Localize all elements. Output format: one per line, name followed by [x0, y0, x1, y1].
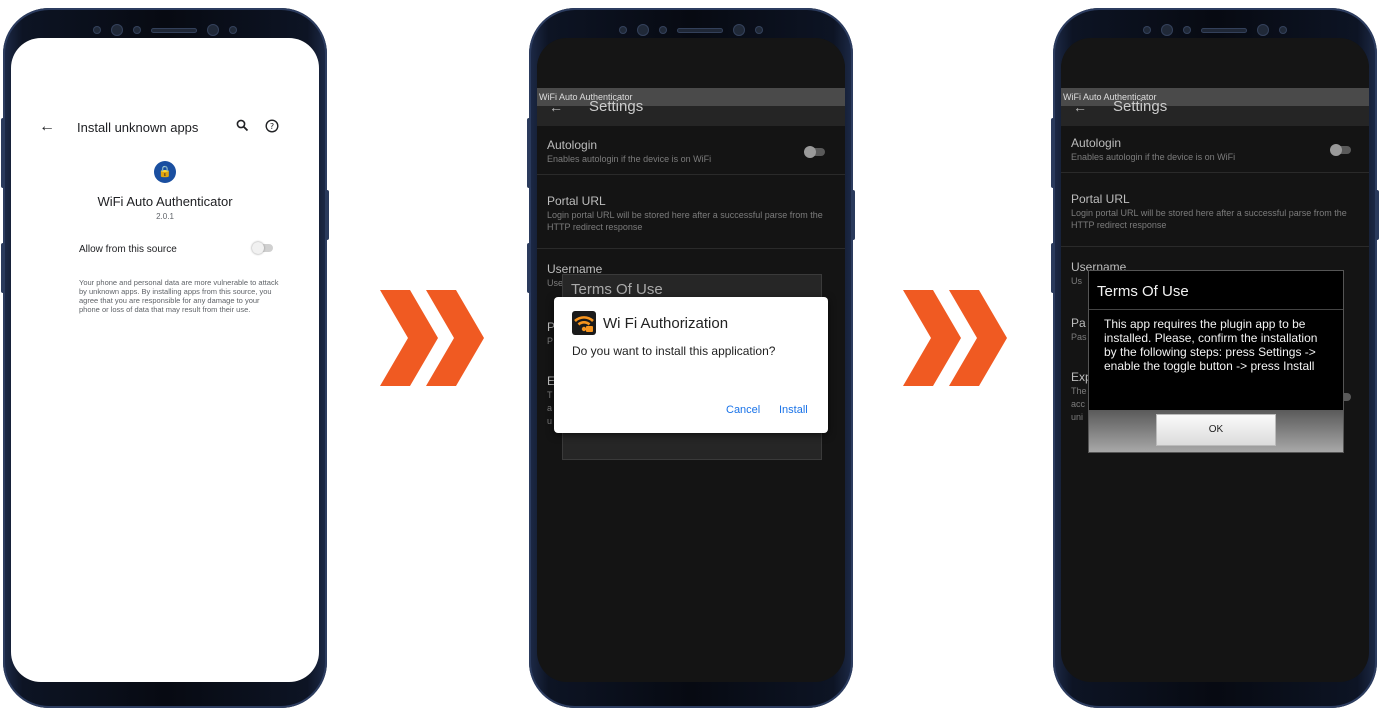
- warning-text: Your phone and personal data are more vu…: [79, 278, 279, 314]
- pref-summary: Login portal URL will be stored here aft…: [1071, 208, 1347, 230]
- divider: [1061, 246, 1369, 247]
- allow-source-toggle[interactable]: [252, 242, 273, 254]
- status-bar: [537, 38, 845, 88]
- app-version: 2.0.1: [156, 212, 174, 221]
- pref-portal-url[interactable]: Portal URL Login portal URL will be stor…: [547, 194, 835, 233]
- app-title-bar: WiFi Auto Authenticator: [537, 88, 845, 106]
- page-title: Install unknown apps: [77, 119, 199, 135]
- pref-title: Autologin: [1071, 136, 1122, 150]
- dialog-title: Wi Fi Authorization: [603, 315, 729, 332]
- terms-footer: OK: [1089, 410, 1343, 452]
- search-icon[interactable]: [236, 119, 249, 135]
- wifi-app-icon: [572, 311, 596, 335]
- bixby-button: [527, 243, 531, 293]
- terms-message: This app requires the plugin app to be i…: [1104, 317, 1318, 373]
- volume-button: [1, 118, 5, 188]
- back-arrow-icon[interactable]: ←: [39, 118, 69, 136]
- terms-title: Terms Of Use: [1097, 283, 1189, 300]
- power-button: [1375, 190, 1379, 240]
- app-lock-icon: 🔒: [154, 161, 176, 183]
- app-name: WiFi Auto Authenticator: [97, 194, 233, 209]
- toolbar: ← Install unknown apps ?: [39, 116, 279, 138]
- svg-text:?: ?: [270, 122, 274, 131]
- pref-summary: Login portal URL will be stored here aft…: [547, 210, 823, 232]
- screen-settings-terms-dialog: WiFi Auto Authenticator ← Settings Autol…: [1061, 38, 1369, 682]
- back-arrow-icon[interactable]: ←: [1073, 99, 1087, 115]
- bixby-button: [1051, 243, 1055, 293]
- volume-button: [527, 118, 531, 188]
- screen-settings-install-dialog: WiFi Auto Authenticator ← Settings Autol…: [537, 38, 845, 682]
- pref-title: Portal URL: [547, 194, 606, 208]
- autologin-toggle[interactable]: [804, 146, 825, 158]
- power-button: [325, 190, 329, 240]
- help-icon[interactable]: ?: [265, 118, 279, 136]
- settings-title: Settings: [589, 98, 644, 115]
- pref-title: Portal URL: [1071, 192, 1130, 206]
- terms-dialog: Terms Of Use This app requires the plugi…: [1088, 270, 1344, 453]
- pref-summary: Enables autologin if the device is on Wi…: [1071, 152, 1236, 162]
- bixby-button: [1, 243, 5, 293]
- phone-frame-3: WiFi Auto Authenticator ← Settings Autol…: [1051, 8, 1379, 708]
- next-chevron-icon: [380, 290, 484, 386]
- terms-title: Terms Of Use: [571, 281, 663, 298]
- settings-header: ← Settings: [1061, 98, 1369, 126]
- next-chevron-icon: [903, 290, 1007, 386]
- status-bar: [1061, 38, 1369, 88]
- phone-frame-2: WiFi Auto Authenticator ← Settings Autol…: [527, 8, 855, 708]
- pref-autologin[interactable]: Autologin Enables autologin if the devic…: [1071, 136, 1359, 163]
- pref-title: Autologin: [547, 138, 598, 152]
- pref-autologin[interactable]: Autologin Enables autologin if the devic…: [547, 138, 835, 165]
- settings-header: ← Settings: [537, 98, 845, 126]
- dialog-message: Do you want to install this application?: [572, 344, 776, 358]
- allow-source-label: Allow from this source: [79, 244, 177, 255]
- pref-portal-url[interactable]: Portal URL Login portal URL will be stor…: [1071, 192, 1359, 231]
- volume-button: [1051, 118, 1055, 188]
- back-arrow-icon[interactable]: ←: [549, 99, 563, 115]
- pref-summary: Enables autologin if the device is on Wi…: [547, 154, 712, 164]
- install-button[interactable]: Install: [779, 404, 808, 416]
- settings-title: Settings: [1113, 98, 1168, 115]
- divider: [537, 174, 845, 175]
- screen-install-unknown-apps: ← Install unknown apps ? 🔒 WiFi Auto Aut…: [11, 38, 319, 682]
- install-dialog: Wi Fi Authorization Do you want to insta…: [554, 297, 828, 433]
- divider: [1061, 172, 1369, 173]
- power-button: [851, 190, 855, 240]
- cancel-button[interactable]: Cancel: [726, 404, 760, 416]
- divider: [1089, 309, 1343, 310]
- app-title-bar: WiFi Auto Authenticator: [1061, 88, 1369, 106]
- ok-button[interactable]: OK: [1156, 414, 1276, 446]
- autologin-toggle[interactable]: [1330, 144, 1351, 156]
- phone-frame-1: ← Install unknown apps ? 🔒 WiFi Auto Aut…: [1, 8, 329, 708]
- divider: [537, 248, 845, 249]
